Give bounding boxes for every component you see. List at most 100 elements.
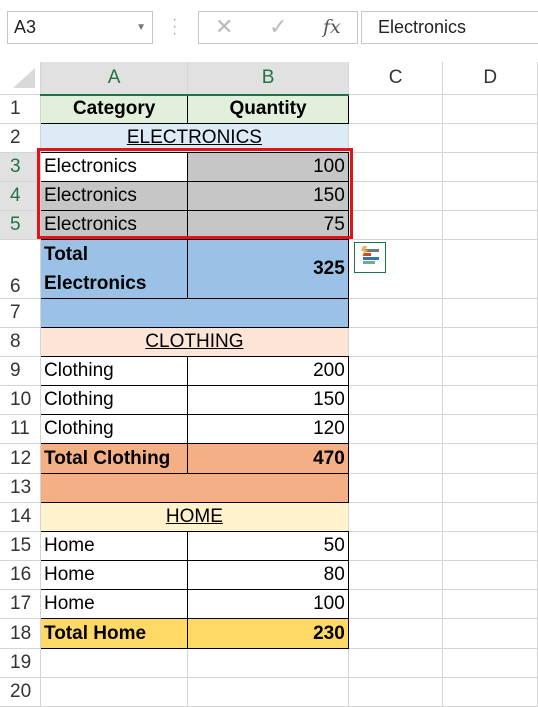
row-header[interactable]: 7 xyxy=(0,298,41,328)
row-header[interactable]: 10 xyxy=(0,385,41,415)
row-header[interactable]: 2 xyxy=(0,123,41,153)
cell-a13[interactable] xyxy=(40,473,349,503)
cell-a11[interactable]: Clothing xyxy=(39,414,189,444)
row-header[interactable]: 6 xyxy=(0,239,41,299)
name-box[interactable]: A3 ▼ xyxy=(7,11,153,44)
cell-d11[interactable] xyxy=(442,414,538,444)
cell-c4[interactable] xyxy=(347,181,444,211)
row-header[interactable]: 18 xyxy=(0,618,41,649)
cell-a17[interactable]: Home xyxy=(39,589,189,619)
select-all-corner[interactable] xyxy=(0,62,41,95)
cell-b17[interactable]: 100 xyxy=(187,589,349,619)
cell-b1[interactable]: Quantity xyxy=(187,94,349,124)
column-header-c[interactable]: C xyxy=(347,62,444,95)
cell-a18[interactable]: Total Home xyxy=(39,618,189,649)
row-header[interactable]: 9 xyxy=(0,356,41,386)
cell-d12[interactable] xyxy=(442,443,538,474)
cell-c13[interactable] xyxy=(347,473,444,503)
row-header[interactable]: 17 xyxy=(0,589,41,619)
cell-a1[interactable]: Category xyxy=(39,94,189,124)
column-header-a[interactable]: A xyxy=(39,62,189,96)
cell-d20[interactable] xyxy=(442,677,538,707)
cell-d8[interactable] xyxy=(442,327,538,357)
cell-c18[interactable] xyxy=(347,618,444,649)
quick-analysis-button[interactable] xyxy=(354,242,386,273)
row-header[interactable]: 3 xyxy=(0,152,41,182)
cell-d4[interactable] xyxy=(442,181,538,211)
cell-b12[interactable]: 470 xyxy=(187,443,349,474)
cell-b15[interactable]: 50 xyxy=(187,531,349,561)
cell-a19[interactable] xyxy=(39,648,189,678)
row-header[interactable]: 15 xyxy=(0,531,41,561)
spreadsheet-grid[interactable]: A B C D 1 Category Quantity 2 ELECTRONICS 3 Electr… xyxy=(0,62,538,707)
cell-d2[interactable] xyxy=(442,123,538,153)
cell-d13[interactable] xyxy=(442,473,538,503)
cell-a5[interactable]: Electronics xyxy=(39,210,189,240)
row-header[interactable]: 11 xyxy=(0,414,41,444)
cell-d15[interactable] xyxy=(442,531,538,561)
section-header-8[interactable]: CLOTHING xyxy=(40,327,349,357)
cell-b10[interactable]: 150 xyxy=(187,385,349,415)
cell-d6[interactable] xyxy=(442,239,538,299)
cell-c12[interactable] xyxy=(347,443,444,474)
cell-c19[interactable] xyxy=(347,648,444,678)
cell-a12[interactable]: Total Clothing xyxy=(39,443,189,474)
cell-c16[interactable] xyxy=(347,560,444,590)
cell-d10[interactable] xyxy=(442,385,538,415)
cancel-icon[interactable]: ✕ xyxy=(215,14,233,40)
cell-d19[interactable] xyxy=(442,648,538,678)
cell-b16[interactable]: 80 xyxy=(187,560,349,590)
cell-d7[interactable] xyxy=(442,298,538,328)
column-header-d[interactable]: D xyxy=(442,62,538,95)
cell-c2[interactable] xyxy=(347,123,444,153)
formula-input[interactable]: Electronics xyxy=(361,11,538,44)
check-icon[interactable]: ✓ xyxy=(269,14,287,40)
cell-d17[interactable] xyxy=(442,589,538,619)
row-header[interactable]: 20 xyxy=(0,677,41,707)
cell-c5[interactable] xyxy=(347,210,444,240)
cell-b6[interactable]: 325 xyxy=(187,239,349,299)
cell-b19[interactable] xyxy=(187,648,349,678)
cell-d9[interactable] xyxy=(442,356,538,386)
cell-d1[interactable] xyxy=(442,94,538,124)
column-header-b[interactable]: B xyxy=(187,62,349,96)
cell-c11[interactable] xyxy=(347,414,444,444)
cell-d5[interactable] xyxy=(442,210,538,240)
cell-a15[interactable]: Home xyxy=(39,531,189,561)
cell-a20[interactable] xyxy=(39,677,189,707)
cell-a9[interactable]: Clothing xyxy=(39,356,189,386)
cell-c17[interactable] xyxy=(347,589,444,619)
cell-b18[interactable]: 230 xyxy=(187,618,349,649)
cell-d3[interactable] xyxy=(442,152,538,182)
chevron-down-icon[interactable]: ▼ xyxy=(136,12,146,43)
row-header[interactable]: 12 xyxy=(0,443,41,474)
cell-d16[interactable] xyxy=(442,560,538,590)
cell-d18[interactable] xyxy=(442,618,538,649)
cell-c10[interactable] xyxy=(347,385,444,415)
cell-c14[interactable] xyxy=(347,502,444,532)
fx-icon[interactable]: fx xyxy=(323,16,341,38)
cell-b3[interactable]: 100 xyxy=(187,152,349,182)
cell-c7[interactable] xyxy=(347,298,444,328)
cell-b9[interactable]: 200 xyxy=(187,356,349,386)
cell-a4[interactable]: Electronics xyxy=(39,181,189,211)
cell-a6[interactable]: Total Electronics xyxy=(39,239,189,299)
cell-c9[interactable] xyxy=(347,356,444,386)
row-header[interactable]: 14 xyxy=(0,502,41,532)
cell-c8[interactable] xyxy=(347,327,444,357)
section-header-2[interactable]: ELECTRONICS xyxy=(40,123,349,153)
cell-a7[interactable] xyxy=(40,298,349,328)
cell-a10[interactable]: Clothing xyxy=(39,385,189,415)
cell-d14[interactable] xyxy=(442,502,538,532)
row-header[interactable]: 13 xyxy=(0,473,41,503)
cell-a3[interactable]: Electronics xyxy=(39,152,189,182)
row-header[interactable]: 4 xyxy=(0,181,41,211)
cell-b4[interactable]: 150 xyxy=(187,181,349,211)
cell-c20[interactable] xyxy=(347,677,444,707)
cell-b5[interactable]: 75 xyxy=(187,210,349,240)
row-header[interactable]: 1 xyxy=(0,94,41,124)
row-header[interactable]: 19 xyxy=(0,648,41,678)
row-header[interactable]: 5 xyxy=(0,210,41,240)
cell-b11[interactable]: 120 xyxy=(187,414,349,444)
cell-c3[interactable] xyxy=(347,152,444,182)
